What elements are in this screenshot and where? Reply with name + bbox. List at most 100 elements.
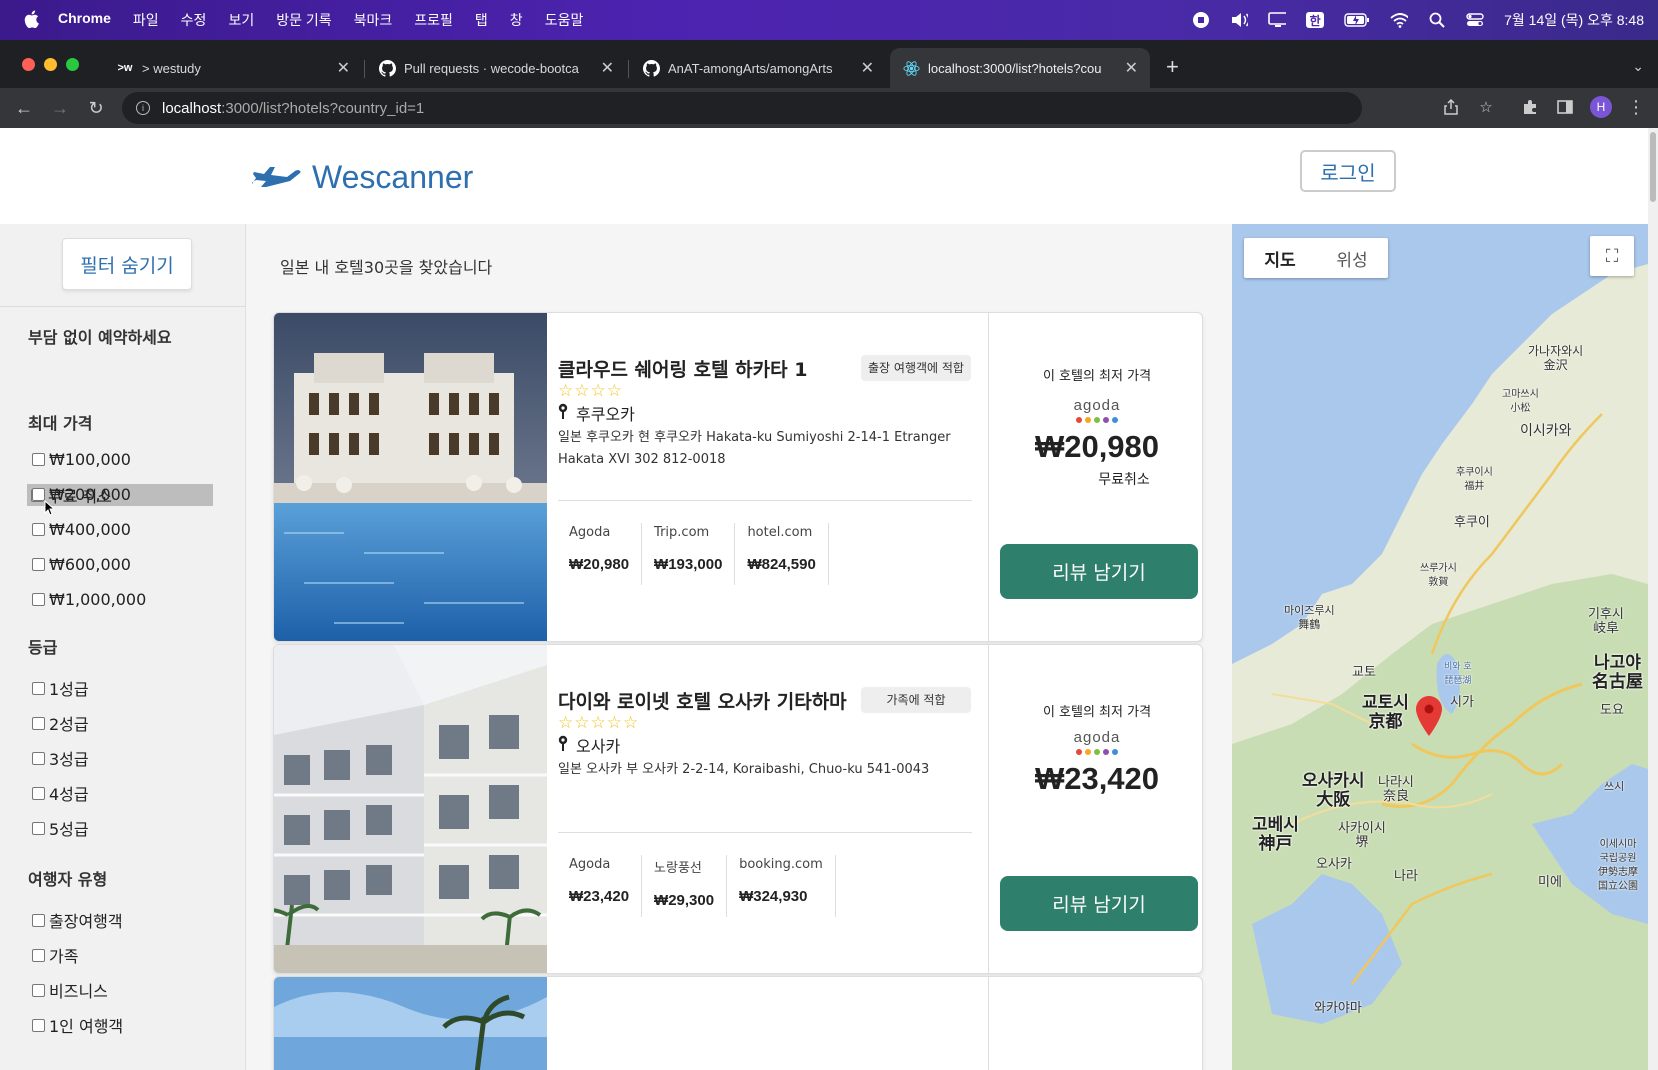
hotel-photo[interactable] [274, 977, 547, 1070]
tab-close-icon[interactable]: ✕ [1125, 58, 1138, 78]
checkbox[interactable] [32, 453, 45, 466]
traveler-option-business-trip[interactable]: 출장여행객 [32, 908, 123, 932]
profile-avatar[interactable]: H [1590, 96, 1612, 118]
map-view-button[interactable]: 지도 [1244, 238, 1316, 278]
write-review-button[interactable]: 리뷰 남기기 [1000, 544, 1198, 599]
bookmark-star-icon[interactable]: ☆ [1475, 96, 1497, 118]
menu-profiles[interactable]: 프로필 [414, 10, 453, 30]
hotel-map[interactable]: 지도 위성 ⛶ 가나자와시 金沢 고마쓰시 小松 이시카와 후쿠이시 福井 후쿠… [1232, 224, 1648, 1070]
checkbox[interactable] [32, 983, 45, 997]
extensions-icon[interactable] [1519, 96, 1541, 118]
control-center-icon[interactable] [1466, 12, 1484, 28]
login-button[interactable]: 로그인 [1300, 150, 1396, 192]
price-source[interactable]: hotel.com ₩824,590 [735, 523, 829, 585]
traveler-option-business[interactable]: 비즈니스 [32, 978, 108, 1002]
hotel-card[interactable]: 클라우드 쉐어링 호텔 하카타 1 출장 여행객에 적합 ☆☆☆☆ 후쿠오카 일… [273, 312, 1203, 642]
menu-file[interactable]: 파일 [133, 10, 159, 30]
spotlight-search-icon[interactable] [1428, 12, 1446, 28]
tab-pull-requests[interactable]: Pull requests · wecode-bootca ✕ [366, 48, 626, 88]
checkbox[interactable] [32, 681, 45, 695]
price-source[interactable]: booking.com ₩324,930 [727, 855, 836, 917]
side-panel-icon[interactable] [1554, 96, 1576, 118]
site-logo[interactable]: Wescanner [250, 156, 473, 198]
price-source[interactable]: Agoda ₩23,420 [558, 855, 643, 917]
page-scrollbar[interactable] [1648, 128, 1658, 1070]
hotel-photo[interactable] [274, 645, 547, 973]
price-option-100000[interactable]: ₩100,000 [32, 450, 131, 469]
wifi-icon[interactable] [1390, 12, 1409, 28]
record-icon[interactable] [1192, 12, 1210, 28]
checkbox[interactable] [32, 913, 45, 927]
menu-help[interactable]: 도움말 [545, 10, 584, 30]
tab-westudy[interactable]: >w > westudy ✕ [104, 48, 362, 88]
menu-app-name[interactable]: Chrome [58, 10, 111, 30]
traveler-option-family[interactable]: 가족 [32, 943, 78, 967]
menu-tab[interactable]: 탭 [475, 10, 488, 30]
grade-option-1[interactable]: 1성급 [32, 676, 89, 700]
satellite-view-button[interactable]: 위성 [1316, 238, 1388, 278]
chrome-menu-icon[interactable]: ⋮ [1625, 96, 1647, 118]
tab-close-icon[interactable]: ✕ [861, 58, 874, 78]
map-place-label: 교토 [1352, 665, 1376, 680]
checkbox[interactable] [32, 751, 45, 765]
checkbox[interactable] [32, 488, 45, 501]
menu-view[interactable]: 보기 [228, 10, 254, 30]
hotel-photo[interactable] [274, 313, 547, 641]
price-source[interactable]: Trip.com ₩193,000 [642, 523, 736, 585]
menu-edit[interactable]: 수정 [181, 10, 207, 30]
apple-icon[interactable] [22, 10, 40, 31]
price-option-200000[interactable]: ₩200,000 [32, 485, 131, 504]
tab-amongarts[interactable]: AnAT-amongArts/amongArts ✕ [630, 48, 886, 88]
menu-bookmarks[interactable]: 북마크 [354, 10, 393, 30]
checkbox[interactable] [32, 786, 45, 800]
price-option-600000[interactable]: ₩600,000 [32, 555, 131, 574]
hotel-card[interactable] [273, 976, 1203, 1070]
zoom-window-button[interactable] [66, 58, 79, 71]
menu-window[interactable]: 창 [510, 10, 523, 30]
grade-option-2[interactable]: 2성급 [32, 711, 89, 735]
checkbox[interactable] [32, 821, 45, 835]
price-option-400000[interactable]: ₩400,000 [32, 520, 131, 539]
grade-option-4[interactable]: 4성급 [32, 781, 89, 805]
grade-option-3[interactable]: 3성급 [32, 746, 89, 770]
hotel-name[interactable]: 다이와 로이넷 호텔 오사카 기타하마 [558, 687, 847, 714]
minimize-window-button[interactable] [44, 58, 57, 71]
checkbox[interactable] [32, 523, 45, 536]
share-icon[interactable] [1440, 96, 1462, 118]
price-source[interactable]: 노랑풍선 ₩29,300 [642, 855, 728, 917]
close-window-button[interactable] [22, 58, 35, 71]
tab-localhost-active[interactable]: localhost:3000/list?hotels?cou ✕ [890, 48, 1150, 88]
hotel-name[interactable]: 클라우드 쉐어링 호텔 하카타 1 [558, 355, 807, 382]
forward-button[interactable]: → [48, 98, 72, 119]
tab-close-icon[interactable]: ✕ [337, 58, 350, 78]
checkbox[interactable] [32, 1018, 45, 1032]
map-marker-icon[interactable] [1416, 696, 1442, 741]
menu-history[interactable]: 방문 기록 [276, 10, 331, 30]
scrollbar-thumb[interactable] [1650, 132, 1656, 202]
price-source[interactable]: Agoda ₩20,980 [558, 523, 643, 585]
tab-search-chevron-icon[interactable]: ⌄ [1632, 58, 1644, 75]
display-icon[interactable] [1268, 12, 1287, 28]
input-method-icon[interactable]: 한 [1306, 12, 1325, 28]
fullscreen-icon[interactable]: ⛶ [1590, 236, 1634, 276]
new-tab-button[interactable]: + [1166, 54, 1179, 80]
hotel-card[interactable]: 다이와 로이넷 호텔 오사카 기타하마 가족에 적합 ☆☆☆☆☆ 오사카 일본 … [273, 644, 1203, 974]
site-info-icon[interactable]: i [136, 101, 150, 115]
write-review-button[interactable]: 리뷰 남기기 [1000, 876, 1198, 931]
checkbox[interactable] [32, 948, 45, 962]
menubar-clock[interactable]: 7월 14일 (목) 오후 8:48 [1504, 10, 1644, 30]
reload-button[interactable]: ↻ [84, 98, 108, 119]
hide-filter-button[interactable]: 필터 숨기기 [62, 238, 192, 290]
checkbox[interactable] [32, 593, 45, 606]
battery-icon[interactable] [1344, 12, 1370, 28]
address-bar[interactable]: i localhost:3000/list?hotels?country_id=… [122, 92, 1362, 124]
checkbox[interactable] [32, 558, 45, 571]
price-option-1000000[interactable]: ₩1,000,000 [32, 590, 146, 609]
traveler-option-solo[interactable]: 1인 여행객 [32, 1013, 123, 1037]
grade-option-5[interactable]: 5성급 [32, 816, 89, 840]
volume-icon[interactable] [1230, 12, 1249, 28]
map-place-label: 미에 [1538, 875, 1562, 890]
checkbox[interactable] [32, 716, 45, 730]
back-button[interactable]: ← [12, 98, 36, 119]
tab-close-icon[interactable]: ✕ [601, 58, 614, 78]
